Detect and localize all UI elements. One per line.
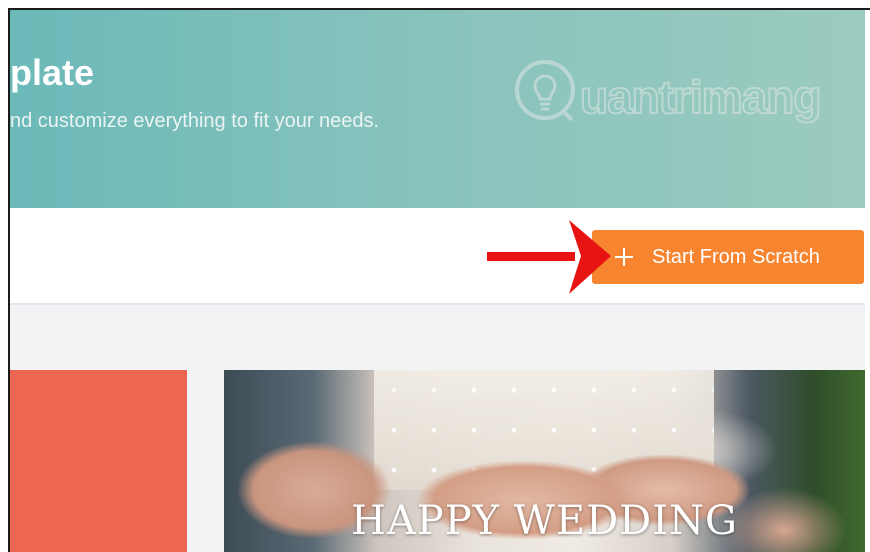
start-from-scratch-button[interactable]: Start From Scratch: [592, 230, 864, 284]
plus-icon: [612, 245, 636, 269]
template-card-wedding[interactable]: HAPPY WEDDING: [224, 370, 865, 552]
watermark-logo: uantrimang: [510, 52, 850, 142]
frame-top-border: [8, 8, 870, 10]
watermark-text: uantrimang: [579, 70, 822, 124]
template-card-coral[interactable]: [10, 370, 187, 552]
hero-banner: plate nd customize everything to fit you…: [10, 10, 865, 208]
hero-title: plate: [10, 52, 95, 93]
wedding-card-title: HAPPY WEDDING: [351, 498, 738, 544]
start-from-scratch-label: Start From Scratch: [652, 245, 820, 268]
lightbulb-icon: [515, 60, 575, 122]
frame-left-border: [8, 8, 10, 552]
hero-subtitle: nd customize everything to fit your need…: [10, 110, 380, 132]
red-arrow-annotation: [487, 220, 611, 294]
